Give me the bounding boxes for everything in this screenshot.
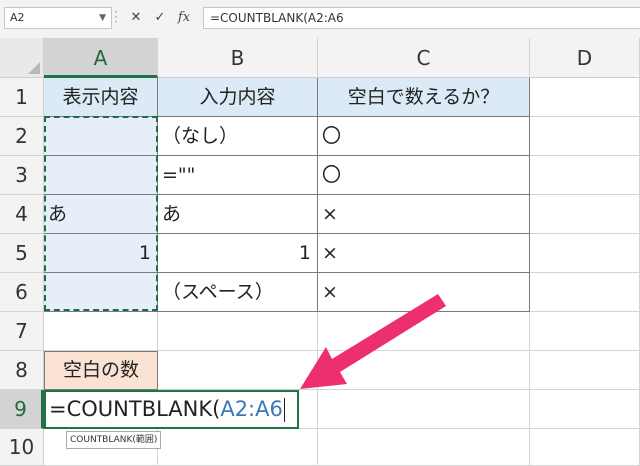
chevron-down-icon[interactable]: ▼ (99, 8, 106, 28)
more-icon[interactable]: · · · (114, 6, 120, 28)
pointer-arrow-shape (300, 294, 446, 389)
formula-input[interactable]: =COUNTBLANK(A2:A6 (203, 7, 640, 29)
name-box-value: A2 (10, 11, 25, 24)
name-box[interactable]: A2 ▼ (4, 7, 112, 29)
formula-bar: A2 ▼ · · · ✕ ✓ fx =COUNTBLANK(A2:A6 (0, 0, 640, 39)
close-icon[interactable]: ✕ (124, 8, 148, 28)
fx-icon[interactable]: fx (172, 8, 196, 28)
worksheet: A B C D 1 2 3 4 5 6 7 8 9 10 表示内容 入力内容 空… (0, 38, 640, 466)
pointer-arrow-icon (300, 294, 446, 389)
check-icon[interactable]: ✓ (148, 8, 172, 28)
